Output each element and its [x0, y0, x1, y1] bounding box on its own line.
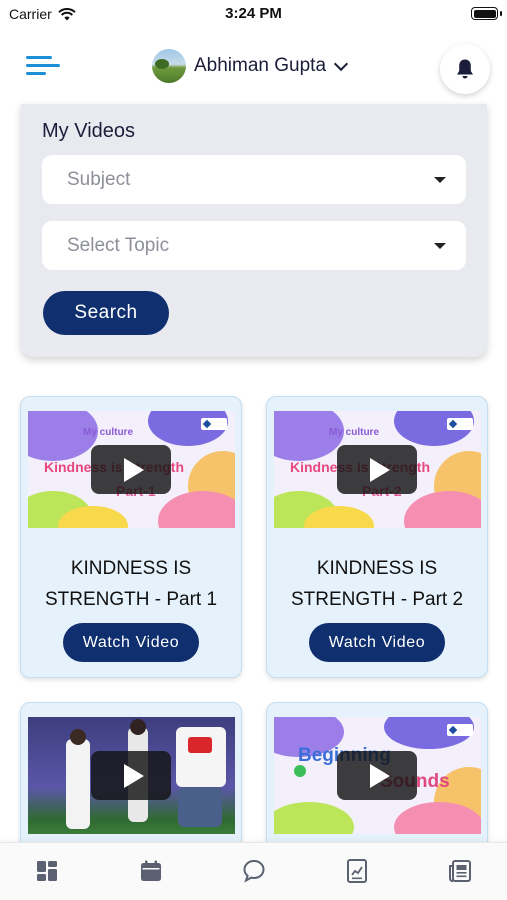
search-button[interactable]: Search — [43, 291, 169, 335]
dashboard-icon — [37, 861, 57, 881]
bottom-tab-bar — [0, 842, 507, 900]
notification-button[interactable] — [440, 44, 490, 94]
logo-badge — [447, 418, 473, 430]
header: Abhiman Gupta — [0, 40, 507, 94]
video-card[interactable]: My culture Kindness is Strength Part-2 K… — [266, 396, 488, 678]
user-switcher[interactable]: Abhiman Gupta — [152, 48, 349, 84]
play-button[interactable] — [337, 751, 417, 800]
battery-icon — [471, 7, 498, 20]
video-thumbnail[interactable]: My culture Kindness is Strength Part-2 — [274, 411, 481, 528]
chat-icon — [243, 859, 265, 883]
avatar — [152, 49, 186, 83]
tab-chat[interactable] — [240, 857, 268, 885]
play-button[interactable] — [337, 445, 417, 494]
play-button[interactable] — [91, 445, 171, 494]
video-title: KINDNESS IS STRENGTH - Part 1 — [44, 558, 218, 610]
calendar-icon — [141, 860, 161, 881]
filter-card: My Videos Subject Select Topic Search — [21, 104, 487, 357]
video-thumbnail[interactable]: Beginning Sounds — [274, 717, 481, 834]
video-title: KINDNESS IS STRENGTH - Part 2 — [290, 558, 464, 610]
watch-video-button[interactable]: Watch Video — [63, 623, 199, 662]
bell-icon — [457, 59, 473, 79]
topic-select[interactable]: Select Topic — [42, 221, 466, 270]
caret-down-icon — [434, 177, 446, 183]
play-icon — [369, 457, 390, 482]
play-button[interactable] — [91, 751, 171, 800]
subject-select[interactable]: Subject — [42, 155, 466, 204]
video-thumbnail[interactable]: My culture Kindness is Strength Part-1 — [28, 411, 235, 528]
tab-calendar[interactable] — [137, 857, 165, 885]
section-title: My Videos — [42, 120, 136, 142]
play-icon — [123, 763, 144, 788]
caret-down-icon — [434, 243, 446, 249]
topic-placeholder: Select Topic — [67, 234, 170, 256]
news-icon — [449, 860, 471, 883]
status-time: 3:24 PM — [225, 5, 282, 22]
tab-news[interactable] — [446, 857, 474, 885]
video-thumbnail[interactable] — [28, 717, 235, 834]
video-card[interactable]: My culture Kindness is Strength Part-1 K… — [20, 396, 242, 678]
logo-badge — [447, 724, 473, 736]
play-icon — [369, 763, 390, 788]
subject-placeholder: Subject — [67, 168, 131, 190]
menu-icon[interactable] — [26, 52, 60, 80]
play-icon — [123, 457, 144, 482]
video-card[interactable]: Beginning Sounds — [266, 702, 488, 862]
video-card[interactable] — [20, 702, 242, 862]
tab-dashboard[interactable] — [33, 857, 61, 885]
user-name: Abhiman Gupta — [194, 55, 327, 76]
logo-badge — [201, 418, 227, 430]
status-bar: Carrier 3:24 PM — [0, 0, 507, 28]
chevron-down-icon — [333, 56, 349, 71]
tab-reports[interactable] — [343, 857, 371, 885]
report-icon — [347, 859, 367, 883]
watch-video-button[interactable]: Watch Video — [309, 623, 445, 662]
